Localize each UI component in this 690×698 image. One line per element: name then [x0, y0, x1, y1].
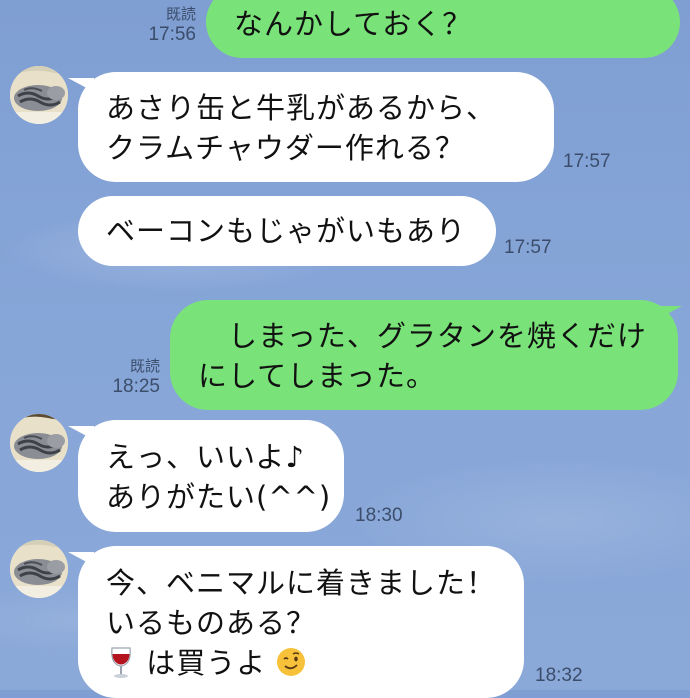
- message-meta: 既読 18:25: [84, 358, 160, 398]
- message-text: えっ、いいよ♪: [106, 440, 305, 474]
- wine-glass-icon: [111, 647, 131, 678]
- message-text: なんかしておく？: [234, 7, 473, 41]
- message-emoji-line: は買うよ: [106, 643, 524, 683]
- incoming-message[interactable]: あさり缶と牛乳があるから、 クラムチャウダー作れる？: [78, 72, 554, 182]
- timestamp: 17:56: [148, 24, 196, 45]
- message-text: しまった、グラタンを焼くだけ: [198, 319, 647, 353]
- message-text: クラムチャウダー作れる？: [106, 131, 465, 165]
- cat-photo-icon: [10, 540, 68, 598]
- chat-area[interactable]: なんかしておく？ 既読 17:56 あさり缶と牛乳があるから、 クラムチャウダー…: [0, 0, 690, 698]
- message-meta: 既読 17:56: [120, 6, 196, 46]
- timestamp: 18:25: [112, 376, 160, 397]
- message-text: あさり缶と牛乳があるから、: [106, 91, 497, 125]
- message-text: にしてしまった。: [198, 359, 436, 393]
- timestamp: 18:32: [535, 665, 583, 686]
- read-receipt: 既読: [165, 6, 196, 23]
- avatar[interactable]: [10, 414, 68, 472]
- message-text: ベーコンもじゃがいもあり: [106, 214, 467, 248]
- incoming-message[interactable]: ベーコンもじゃがいもあり: [78, 196, 496, 266]
- outgoing-message[interactable]: なんかしておく？: [206, 0, 680, 58]
- message-text: いるものある？: [106, 606, 317, 640]
- avatar[interactable]: [10, 66, 68, 124]
- outgoing-message[interactable]: しまった、グラタンを焼くだけ にしてしまった。: [170, 300, 678, 410]
- incoming-message[interactable]: えっ、いいよ♪ ありがたい(^^): [78, 420, 344, 532]
- cat-photo-icon: [10, 414, 68, 472]
- timestamp: 18:30: [355, 505, 403, 526]
- avatar[interactable]: [10, 540, 68, 598]
- message-text: ありがたい(^^): [106, 480, 332, 514]
- timestamp: 17:57: [504, 237, 552, 258]
- message-text: は買うよ: [146, 646, 267, 680]
- incoming-message[interactable]: 今、ベニマルに着きました！ いるものある？ は買うよ: [78, 546, 524, 698]
- winking-face-icon: [277, 648, 306, 676]
- cat-photo-icon: [10, 66, 68, 124]
- message-text: 今、ベニマルに着きました！: [106, 566, 497, 600]
- read-receipt: 既読: [129, 358, 160, 375]
- timestamp: 17:57: [563, 151, 611, 172]
